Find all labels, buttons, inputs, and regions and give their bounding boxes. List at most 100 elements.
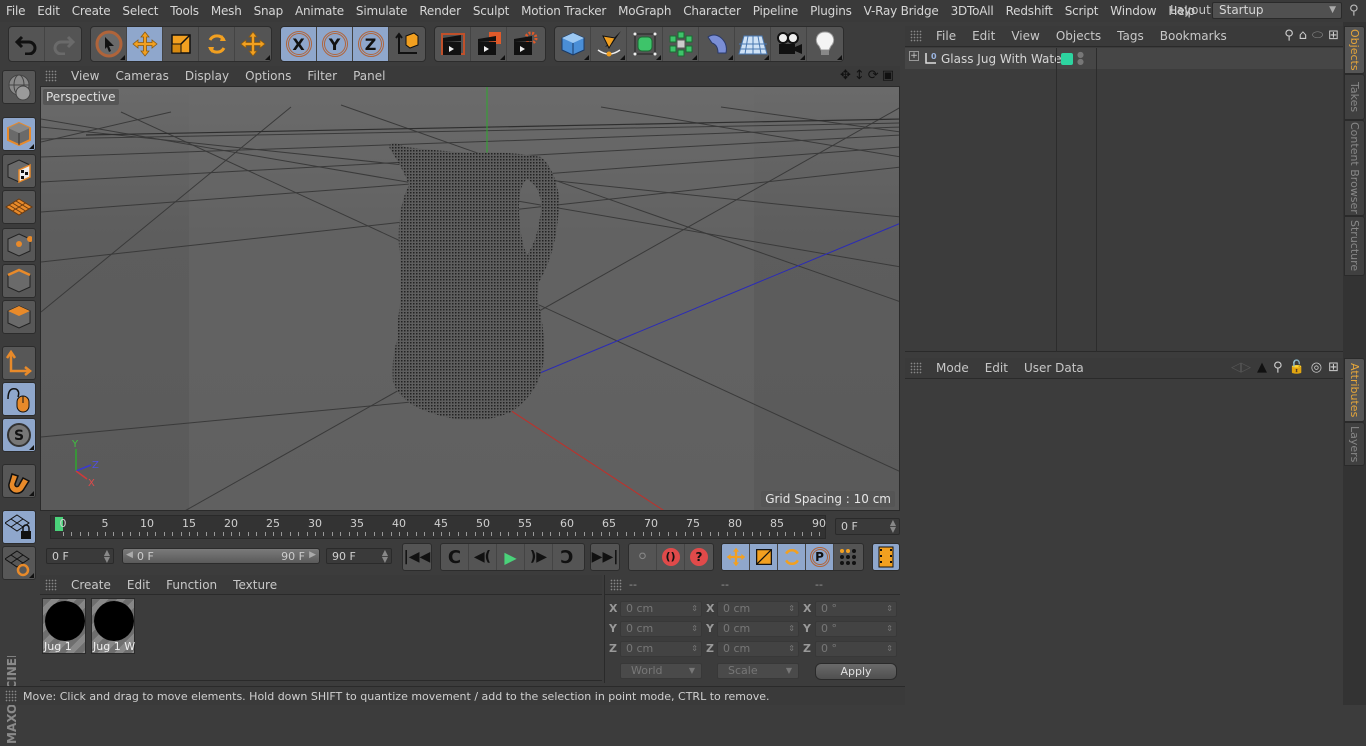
tab-takes[interactable]: Takes xyxy=(1344,74,1365,120)
point-level-track-button[interactable] xyxy=(834,544,862,570)
viewport-menu-display[interactable]: Display xyxy=(177,69,237,83)
rotation-p-field[interactable]: 0 ° ⇕ xyxy=(815,621,897,637)
spinner-icon[interactable]: ⇕ xyxy=(788,642,795,656)
menu-select[interactable]: Select xyxy=(116,4,164,18)
make-editable-button[interactable] xyxy=(2,70,36,104)
viewport-menu-filter[interactable]: Filter xyxy=(299,69,345,83)
spinner-icon[interactable]: ▲ ▼ xyxy=(104,549,110,564)
rotation-h-field[interactable]: 0 ° ⇕ xyxy=(815,601,897,617)
redo-button[interactable] xyxy=(45,27,81,61)
polygons-mode-button[interactable] xyxy=(2,300,36,334)
next-frame-button[interactable]: )▶ xyxy=(525,544,553,570)
camera-label[interactable]: Perspective xyxy=(43,89,119,105)
om-menu-edit[interactable]: Edit xyxy=(964,29,1003,43)
lock-icon[interactable]: 🔓 xyxy=(1289,360,1305,375)
menu-mograph[interactable]: MoGraph xyxy=(612,4,677,18)
3d-viewport[interactable]: Y Z X Perspective Grid Spacing : 10 cm xyxy=(40,86,900,511)
tab-structure[interactable]: Structure xyxy=(1344,216,1365,276)
workplane-rotate-button[interactable] xyxy=(2,546,36,580)
menu-render[interactable]: Render xyxy=(413,4,467,18)
spinner-icon[interactable]: ⇕ xyxy=(691,602,698,616)
material-menu-create[interactable]: Create xyxy=(63,578,119,592)
position-z-field[interactable]: 0 cm ⇕ xyxy=(620,641,702,657)
x-axis-lock-button[interactable]: X xyxy=(281,27,317,61)
new-panel-icon[interactable]: ⊞ xyxy=(1328,360,1339,375)
layout-dropdown[interactable]: Startup ▼ xyxy=(1212,2,1342,19)
menu-window[interactable]: Window xyxy=(1104,4,1162,18)
rotation-track-button[interactable] xyxy=(778,544,806,570)
material-item[interactable]: Jug 1 W xyxy=(91,598,135,654)
panel-grip-icon[interactable] xyxy=(910,362,922,374)
recent-tool-button[interactable] xyxy=(235,27,271,61)
start-frame-field[interactable]: 0 F ▲ ▼ xyxy=(46,548,114,564)
texture-mode-button[interactable] xyxy=(2,154,36,188)
cube-object-button[interactable] xyxy=(555,27,591,61)
position-track-button[interactable] xyxy=(722,544,750,570)
spinner-icon[interactable]: ▲ ▼ xyxy=(890,519,896,534)
toggle-panel-icon[interactable]: ▣ xyxy=(882,68,894,83)
size-x-field[interactable]: 0 cm ⇕ xyxy=(717,601,799,617)
parameter-track-button[interactable]: P xyxy=(806,544,834,570)
menu-file[interactable]: File xyxy=(0,4,31,18)
model-mode-button[interactable] xyxy=(2,117,36,151)
panel-grip-icon[interactable] xyxy=(610,578,622,591)
menu-script[interactable]: Script xyxy=(1059,4,1105,18)
menu-redshift[interactable]: Redshift xyxy=(1000,4,1059,18)
scale-tool-button[interactable] xyxy=(163,27,199,61)
rotate-tool-button[interactable] xyxy=(199,27,235,61)
viewport-menu-options[interactable]: Options xyxy=(237,69,299,83)
menu-3dtoall[interactable]: 3DToAll xyxy=(945,4,1000,18)
menu-tools[interactable]: Tools xyxy=(164,4,205,18)
z-axis-lock-button[interactable]: Z xyxy=(353,27,389,61)
go-to-start-button[interactable]: |◀◀ xyxy=(403,544,431,570)
scale-track-button[interactable] xyxy=(750,544,778,570)
up-arrow-icon[interactable]: ▲ xyxy=(1257,360,1267,375)
material-menu-edit[interactable]: Edit xyxy=(119,578,158,592)
solo-button[interactable]: S xyxy=(2,418,36,452)
y-axis-lock-button[interactable]: Y xyxy=(317,27,353,61)
om-menu-tags[interactable]: Tags xyxy=(1109,29,1152,43)
render-settings-button[interactable] xyxy=(507,27,543,61)
menu-vray-bridge[interactable]: V-Ray Bridge xyxy=(858,4,945,18)
attr-menu-user-data[interactable]: User Data xyxy=(1016,361,1092,375)
record-key-button[interactable]: ⚪ xyxy=(629,544,657,570)
spinner-icon[interactable]: ⇕ xyxy=(886,602,893,616)
material-menu-function[interactable]: Function xyxy=(158,578,225,592)
timeline-ruler[interactable]: 0 5 10 15 20 25 30 35 40 45 50 55 60 65 70 75 80 85 90 xyxy=(50,515,826,539)
material-item[interactable]: Jug 1 xyxy=(42,598,86,654)
om-menu-objects[interactable]: Objects xyxy=(1048,29,1109,43)
menu-snap[interactable]: Snap xyxy=(248,4,289,18)
camera-button[interactable] xyxy=(771,27,807,61)
autokey-button[interactable]: () xyxy=(657,544,685,570)
attr-menu-mode[interactable]: Mode xyxy=(928,361,977,375)
lock-workplane-button[interactable] xyxy=(2,510,36,544)
cloner-button[interactable] xyxy=(663,27,699,61)
menu-mesh[interactable]: Mesh xyxy=(205,4,248,18)
pan-view-icon[interactable]: ✥ xyxy=(840,68,851,83)
coordinate-space-dropdown[interactable]: World ▼ xyxy=(620,663,702,679)
menu-animate[interactable]: Animate xyxy=(289,4,350,18)
new-panel-icon[interactable]: ⊞ xyxy=(1328,28,1339,43)
menu-character[interactable]: Character xyxy=(677,4,746,18)
preview-range-slider[interactable]: ◀ 0 F 90 F ▶ xyxy=(122,548,320,564)
snap-toggle-button[interactable] xyxy=(2,464,36,498)
bend-deformer-button[interactable] xyxy=(699,27,735,61)
floor-button[interactable] xyxy=(735,27,771,61)
spinner-icon[interactable]: ⇕ xyxy=(691,622,698,636)
axis-mode-button[interactable] xyxy=(2,346,36,380)
range-right-arrow-icon[interactable]: ▶ xyxy=(309,550,316,560)
tweak-mode-button[interactable] xyxy=(2,382,36,416)
render-picture-viewer-button[interactable] xyxy=(471,27,507,61)
position-y-field[interactable]: 0 cm ⇕ xyxy=(620,621,702,637)
search-icon[interactable]: ⚲ xyxy=(1284,28,1294,43)
move-tool-button[interactable] xyxy=(127,27,163,61)
next-key-button[interactable]: Ↄ xyxy=(553,544,581,570)
menu-pipeline[interactable]: Pipeline xyxy=(747,4,804,18)
spinner-icon[interactable]: ▲ ▼ xyxy=(382,549,388,564)
home-icon[interactable]: ⌂ xyxy=(1299,28,1307,43)
rotate-view-icon[interactable]: ⟳ xyxy=(868,68,879,83)
light-button[interactable] xyxy=(807,27,843,61)
spinner-icon[interactable]: ⇕ xyxy=(886,622,893,636)
keyframe-selection-button[interactable]: ? xyxy=(685,544,713,570)
size-mode-dropdown[interactable]: Scale ▼ xyxy=(717,663,799,679)
